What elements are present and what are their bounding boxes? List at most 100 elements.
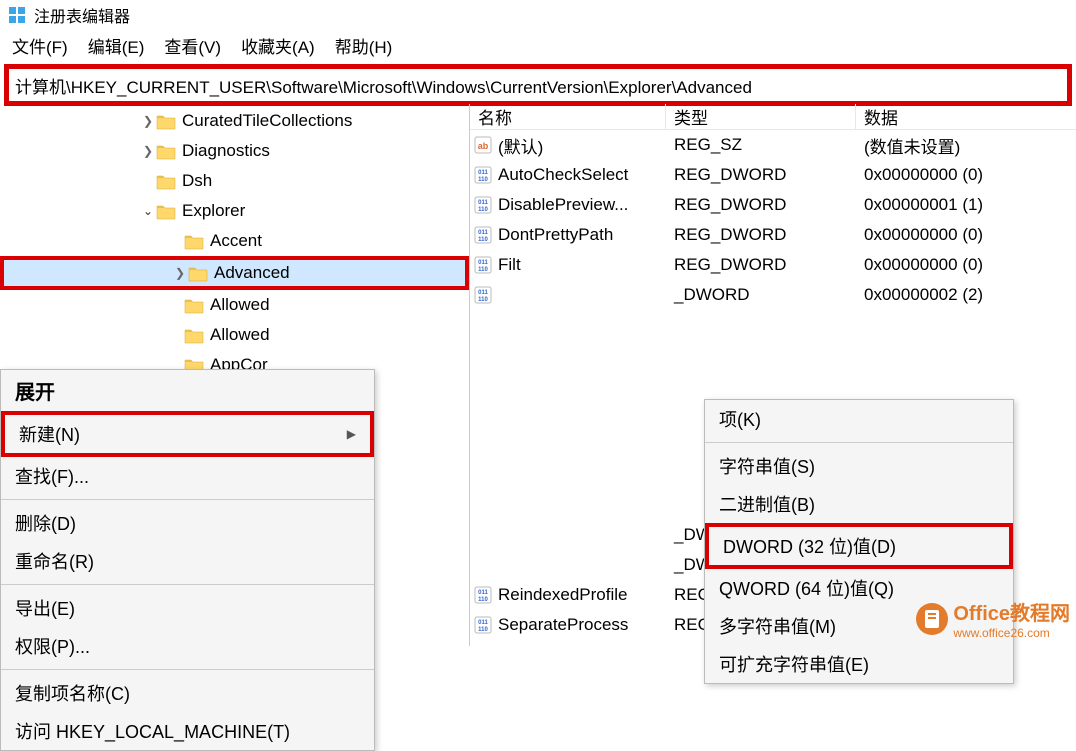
menu-item[interactable]: 新建(N)▶ <box>1 411 374 457</box>
svg-text:011: 011 <box>478 200 488 206</box>
col-type[interactable]: 类型 <box>666 104 856 129</box>
tree-label: Diagnostics <box>182 141 270 161</box>
svg-text:011: 011 <box>478 620 488 626</box>
tree-label: Advanced <box>214 263 290 283</box>
value-name: AutoCheckSelect <box>498 165 628 185</box>
menu-label: 查找(F)... <box>15 463 89 489</box>
value-row[interactable] <box>470 370 1076 400</box>
cm-expand[interactable]: 展开 <box>1 370 374 411</box>
menu-label: 项(K) <box>719 406 761 432</box>
tree-label: CuratedTileCollections <box>182 111 352 131</box>
menu-label: 二进制值(B) <box>719 491 815 517</box>
svg-text:011: 011 <box>478 260 488 266</box>
menu-item[interactable]: 查找(F)... <box>1 457 374 495</box>
value-type: REG_DWORD <box>666 165 856 185</box>
svg-text:110: 110 <box>478 207 488 213</box>
menu-label: 权限(P)... <box>15 633 90 659</box>
value-row[interactable]: ab(默认)REG_SZ(数值未设置) <box>470 130 1076 160</box>
value-row[interactable]: 011110_DWORD0x00000002 (2) <box>470 280 1076 310</box>
menu-item[interactable]: 复制项名称(C) <box>1 674 374 712</box>
svg-text:011: 011 <box>478 230 488 236</box>
menu-item[interactable]: 二进制值(B) <box>705 485 1013 523</box>
value-name: ReindexedProfile <box>498 585 627 605</box>
value-type: REG_SZ <box>666 135 856 155</box>
context-menu-key: 展开 新建(N)▶ 查找(F)... 删除(D) 重命名(R) 导出(E) 权限(P)..… <box>0 369 375 751</box>
window-title: 注册表编辑器 <box>34 3 130 27</box>
value-name: Filt <box>498 255 521 275</box>
svg-text:110: 110 <box>478 267 488 273</box>
menu-label: 复制项名称(C) <box>15 680 130 706</box>
value-name: (默认) <box>498 133 543 158</box>
menu-label: QWORD (64 位)值(Q) <box>719 575 894 601</box>
menu-favorites[interactable]: 收藏夹(A) <box>237 31 319 60</box>
value-row[interactable] <box>470 340 1076 370</box>
tree-item-diagnostics[interactable]: ❯ Diagnostics <box>0 136 469 166</box>
col-data[interactable]: 数据 <box>856 104 1076 129</box>
menu-view[interactable]: 查看(V) <box>160 31 225 60</box>
tree-item-dsh[interactable]: Dsh <box>0 166 469 196</box>
menu-item[interactable]: 访问 HKEY_LOCAL_MACHINE(T) <box>1 712 374 750</box>
tree-arrow-icon[interactable]: ❯ <box>140 144 156 158</box>
watermark-url: www.office26.com <box>953 626 1070 640</box>
menu-item[interactable]: 项(K) <box>705 400 1013 438</box>
tree-item-allowed[interactable]: Allowed <box>0 290 469 320</box>
svg-text:110: 110 <box>478 177 488 183</box>
menu-bar: 文件(F) 编辑(E) 查看(V) 收藏夹(A) 帮助(H) <box>0 30 1076 60</box>
tree-label: Accent <box>210 231 262 251</box>
menu-item[interactable]: 可扩充字符串值(E) <box>705 645 1013 683</box>
tree-item-accent[interactable]: Accent <box>0 226 469 256</box>
menu-label: 可扩充字符串值(E) <box>719 651 869 677</box>
svg-text:011: 011 <box>478 170 488 176</box>
regedit-icon <box>8 6 26 24</box>
address-bar[interactable]: 计算机\HKEY_CURRENT_USER\Software\Microsoft… <box>4 64 1072 106</box>
menu-item[interactable]: 重命名(R) <box>1 542 374 580</box>
tree-item-curatedtilecollections[interactable]: ❯ CuratedTileCollections <box>0 106 469 136</box>
watermark: Office教程网 www.office26.com <box>915 597 1070 640</box>
tree-label: Dsh <box>182 171 212 191</box>
menu-item[interactable]: DWORD (32 位)值(D) <box>705 523 1013 569</box>
value-name: DisablePreview... <box>498 195 628 215</box>
value-row[interactable]: 011110DontPrettyPathREG_DWORD0x00000000 … <box>470 220 1076 250</box>
col-name[interactable]: 名称 <box>470 104 666 129</box>
menu-edit[interactable]: 编辑(E) <box>84 31 149 60</box>
menu-item[interactable]: 导出(E) <box>1 589 374 627</box>
menu-file[interactable]: 文件(F) <box>8 31 72 60</box>
menu-label: 删除(D) <box>15 510 76 536</box>
menu-label: 多字符串值(M) <box>719 613 836 639</box>
tree-arrow-icon[interactable]: ⌄ <box>140 204 156 218</box>
menu-help[interactable]: 帮助(H) <box>331 31 397 60</box>
value-data: 0x00000001 (1) <box>856 195 1076 215</box>
menu-separator <box>1 584 374 585</box>
value-type: REG_DWORD <box>666 255 856 275</box>
tree-item-explorer[interactable]: ⌄Explorer <box>0 196 469 226</box>
value-row[interactable] <box>470 310 1076 340</box>
value-name: DontPrettyPath <box>498 225 613 245</box>
menu-label: 导出(E) <box>15 595 75 621</box>
tree-arrow-icon[interactable]: ❯ <box>172 266 188 280</box>
value-row[interactable]: 011110 DisablePreview... REG_DWORD0x000000… <box>470 190 1076 220</box>
tree-arrow-icon[interactable]: ❯ <box>140 114 156 128</box>
menu-label: DWORD (32 位)值(D) <box>723 533 896 559</box>
value-type: REG_DWORD <box>666 195 856 215</box>
tree-label: Allowed <box>210 295 270 315</box>
menu-item[interactable]: 删除(D) <box>1 504 374 542</box>
value-type: REG_DWORD <box>666 225 856 245</box>
value-data: 0x00000000 (0) <box>856 165 1076 185</box>
tree-item-allowed[interactable]: Allowed <box>0 320 469 350</box>
value-data: 0x00000000 (0) <box>856 255 1076 275</box>
value-row[interactable]: 011110 Filt REG_DWORD0x00000000 (0) <box>470 250 1076 280</box>
menu-label: 字符串值(S) <box>719 453 815 479</box>
menu-separator <box>705 442 1013 443</box>
menu-item[interactable]: 字符串值(S) <box>705 447 1013 485</box>
tree-item-advanced[interactable]: ❯ Advanced <box>0 256 469 290</box>
menu-separator <box>1 499 374 500</box>
value-data: (数值未设置) <box>856 133 1076 158</box>
value-type: _DWORD <box>666 285 856 305</box>
svg-text:011: 011 <box>478 590 488 596</box>
menu-label: 重命名(R) <box>15 548 94 574</box>
context-menu-new: 项(K) 字符串值(S) 二进制值(B) DWORD (32 位)值(D) QWORD … <box>704 399 1014 684</box>
svg-text:110: 110 <box>478 237 488 243</box>
value-row[interactable]: 011110 AutoCheckSelect REG_DWORD0x00000000… <box>470 160 1076 190</box>
value-data: 0x00000002 (2) <box>856 285 1076 305</box>
menu-item[interactable]: 权限(P)... <box>1 627 374 665</box>
